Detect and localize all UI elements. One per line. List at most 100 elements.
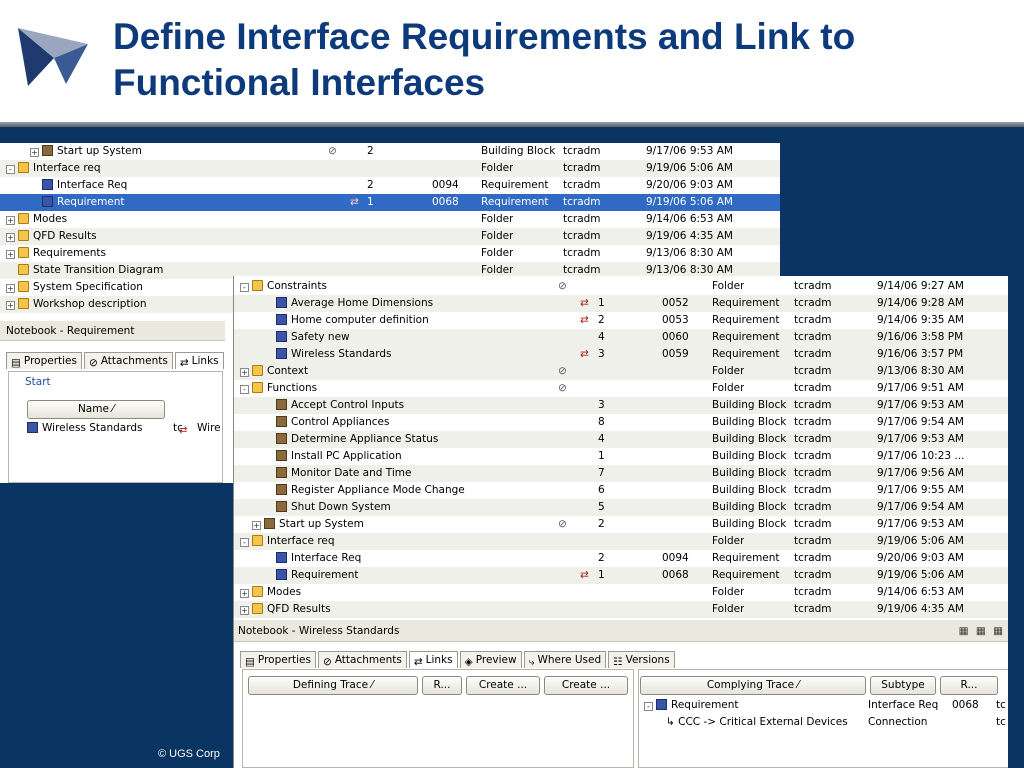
expand-icon[interactable]: + (30, 148, 39, 157)
tree-row-label: Accept Control Inputs (291, 399, 405, 411)
tree-row[interactable]: Home computer definition ⇄ 2 0053 Requiremen… (234, 312, 1008, 329)
tree-row[interactable]: Requirement ⇄ 1 0068 Requirement tcradm 9/19/0… (0, 194, 780, 211)
tree-row[interactable]: - Interface req Folder tcradm 9/19/06 5:06 A… (234, 533, 1008, 550)
collapse-icon[interactable]: - (240, 538, 249, 547)
expand-icon[interactable]: + (252, 521, 261, 530)
tree-row[interactable]: + Start up System ⊘ 2 Building Block tcradm 9/… (0, 143, 780, 160)
collapse-icon[interactable]: - (240, 283, 249, 292)
tree-row-date: 9/19/06 4:35 AM (877, 603, 964, 615)
tree-row[interactable]: - Interface req Folder tcradm 9/19/06 5:06 A… (0, 160, 780, 177)
tree-row[interactable]: Interface Req 2 0094 Requirement tcradm 9/20/… (234, 550, 1008, 567)
tab-versions[interactable]: ☷ Versions (608, 651, 675, 668)
tree-row-type: Building Block (712, 518, 787, 530)
column-header-1[interactable]: R... (422, 676, 462, 695)
collapse-icon[interactable]: - (644, 702, 653, 711)
collapse-icon[interactable]: - (240, 385, 249, 394)
tab-links[interactable]: ⇄ Links (408, 651, 458, 668)
tree-row-label: State Transition Diagram (33, 264, 164, 276)
column-header-1[interactable]: Subtype (870, 676, 936, 695)
tree-row[interactable]: Monitor Date and Time 7 Building Block tcra… (234, 465, 1008, 482)
collapse-icon[interactable]: - (6, 165, 15, 174)
tree-row-type: Building Block (712, 399, 787, 411)
tree-row-name: Interface Req (30, 177, 127, 194)
trace-link-icon: ⇄ (350, 196, 359, 208)
tree-row[interactable]: Accept Control Inputs 3 Building Block tcra… (234, 397, 1008, 414)
tab-label: Attachments (334, 654, 402, 666)
tree-row[interactable]: Requirement ⇄ 1 0068 Requirement tcradm 9/19/0… (234, 567, 1008, 584)
tree-row[interactable]: + Requirements Folder tcradm 9/13/06 8:30 AM (0, 245, 780, 262)
tree-row[interactable]: Average Home Dimensions ⇄ 1 0052 Requirement… (234, 295, 1008, 312)
tree-row-date: 9/19/06 5:06 AM (646, 196, 733, 208)
right-item[interactable]: ⇄ Wire (179, 422, 221, 436)
tree-row-owner: tcradm (794, 518, 832, 530)
tree-row[interactable]: Interface Req 2 0094 Requirement tcradm 9/20/… (0, 177, 780, 194)
tree-row-type: Requirement (712, 297, 780, 309)
name-column-header[interactable]: Name ⁄ (27, 400, 165, 419)
tree-row[interactable]: + QFD Results Folder tcradm 9/19/06 4:35 AM (0, 228, 780, 245)
tree-row[interactable]: Shut Down System 5 Building Block tcradm 9/1… (234, 499, 1008, 516)
tree-row-type: Building Block (712, 450, 787, 462)
tree-row-name: Accept Control Inputs (264, 397, 404, 414)
tree-row[interactable]: + Context ⊘ Folder tcradm 9/13/06 8:30 AM (234, 363, 1008, 380)
toolbar-icons[interactable]: ▦ ▦ ▦ (959, 620, 1005, 642)
tree-row[interactable]: - Functions ⊘ Folder tcradm 9/17/06 9:51 AM (234, 380, 1008, 397)
column-header-2[interactable]: R... (940, 676, 998, 695)
tab-properties[interactable]: ▤ Properties (240, 651, 316, 668)
tree-row-name: Safety new (264, 329, 350, 346)
expand-icon[interactable]: + (240, 606, 249, 615)
trace-row-label: Requirement (671, 699, 739, 711)
tree-row-date: 9/13/06 8:30 AM (646, 247, 733, 259)
expand-icon[interactable]: + (240, 368, 249, 377)
column-header-2[interactable]: Create ... (466, 676, 540, 695)
building-block-icon (42, 145, 53, 156)
expand-icon[interactable]: + (6, 233, 15, 242)
tree-row-type: Requirement (712, 552, 780, 564)
expand-icon[interactable]: + (6, 284, 15, 293)
column-header-0[interactable]: Complying Trace ⁄ (640, 676, 866, 695)
expand-icon[interactable]: + (6, 216, 15, 225)
front-notebook-header: Notebook - Wireless Standards ▦ ▦ ▦ (234, 620, 1008, 642)
tree-row[interactable]: - Constraints ⊘ Folder tcradm 9/14/06 9:27 AM (234, 278, 1008, 295)
tree-row[interactable]: + QFD Results Folder tcradm 9/19/06 4:35 AM (234, 601, 1008, 618)
tree-row[interactable]: Install PC Application 1 Building Block tcr… (234, 448, 1008, 465)
tab-links[interactable]: ⇄ Links (174, 352, 224, 369)
tab-label: Attachments (100, 355, 168, 367)
tree-row-owner: tcradm (794, 552, 832, 564)
trace-row-subtype: Interface Req (868, 699, 939, 711)
expand-icon[interactable]: + (6, 301, 15, 310)
tree-row-name: + QFD Results (240, 601, 331, 618)
tab-attachments[interactable]: ⊘ Attachments (84, 352, 173, 369)
tree-row-count: 8 (598, 416, 605, 428)
tab-properties[interactable]: ▤ Properties (6, 352, 82, 369)
tree-row-date: 9/14/06 6:53 AM (646, 213, 733, 225)
tree-row-date: 9/17/06 9:54 AM (877, 501, 964, 513)
tab-attachments[interactable]: ⊘ Attachments (318, 651, 407, 668)
requirement-icon (42, 179, 53, 190)
tree-row[interactable]: + Modes Folder tcradm 9/14/06 6:53 AM (234, 584, 1008, 601)
tree-row-name: Average Home Dimensions (264, 295, 433, 312)
tree-row-owner: tcradm (794, 484, 832, 496)
tab-preview[interactable]: ◈ Preview (459, 651, 522, 668)
attachment-clip-icon: ⊘ (558, 382, 567, 394)
expand-icon[interactable]: + (6, 250, 15, 259)
tree-row-date: 9/19/06 5:06 AM (877, 535, 964, 547)
expand-icon[interactable]: + (240, 589, 249, 598)
tree-row[interactable]: Determine Appliance Status 4 Building Bloc… (234, 431, 1008, 448)
trace-row[interactable]: - Requirement Interface Req 0068 tc (638, 697, 1008, 714)
tree-row-date: 9/13/06 8:30 AM (877, 365, 964, 377)
tree-row[interactable]: Safety new 4 0060 Requirement tcradm 9/16/06 … (234, 329, 1008, 346)
tree-row[interactable]: Wireless Standards ⇄ 3 0059 Requirement tcrad… (234, 346, 1008, 363)
tree-row-owner: tcradm (794, 433, 832, 445)
tree-row-type: Requirement (712, 331, 780, 343)
copyright-text: © UGS Corp (158, 748, 220, 760)
tree-row[interactable]: Control Appliances 8 Building Block tcradm 9… (234, 414, 1008, 431)
trace-row[interactable]: ↳ CCC -> Critical External Devices Connec… (638, 714, 1008, 731)
column-header-3[interactable]: Create ... (544, 676, 628, 695)
tree-row[interactable]: + Start up System ⊘ 2 Building Block tcradm 9/… (234, 516, 1008, 533)
tree-row-owner: tcradm (794, 331, 832, 343)
column-header-0[interactable]: Defining Trace ⁄ (248, 676, 418, 695)
tree-row[interactable]: + Modes Folder tcradm 9/14/06 6:53 AM (0, 211, 780, 228)
folder-icon (252, 603, 263, 614)
tree-row[interactable]: Register Appliance Mode Change 6 Building … (234, 482, 1008, 499)
tab-where-used[interactable]: ⤷ Where Used (523, 651, 607, 668)
